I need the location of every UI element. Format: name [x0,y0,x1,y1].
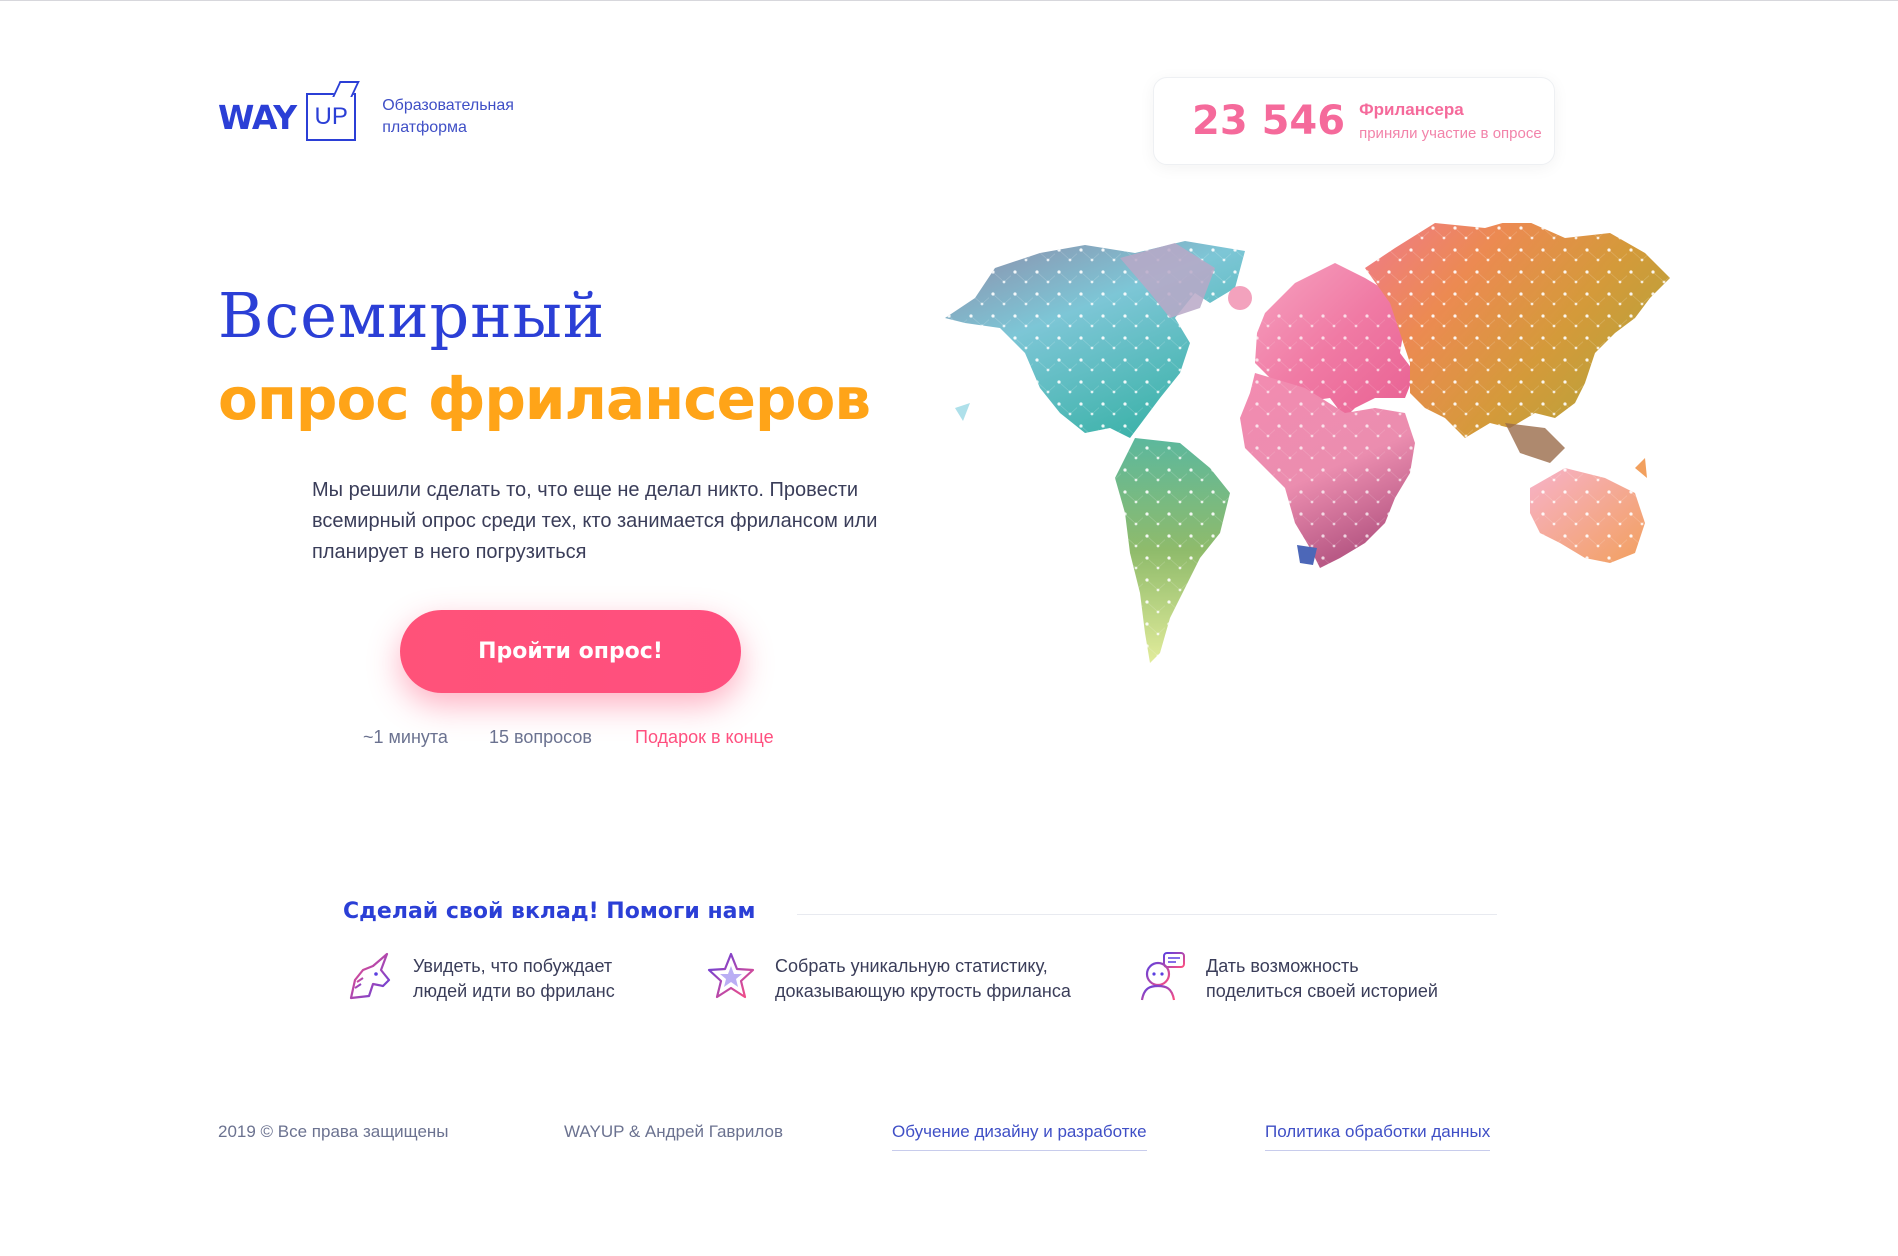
logo-subtitle-line2: платформа [382,119,467,136]
feature-text-line1: Увидеть, что побуждает [413,956,613,976]
counter-subtitle: приняли участие в опросе [1359,125,1542,142]
feature-item: Дать возможность поделиться своей истори… [1136,950,1438,1004]
meta-duration: ~1 минута [363,727,448,747]
feature-text-line1: Дать возможность [1206,956,1359,976]
logo-subtitle: Образовательная платформа [382,95,514,139]
feature-text: Увидеть, что побуждает людей идти во фри… [413,954,615,1004]
footer-authors: WAYUP & Андрей Гаврилов [564,1122,783,1141]
counter-value: 23 546 [1192,98,1346,144]
feature-text-line1: Собрать уникальную статистику, [775,956,1048,976]
logo-subtitle-line1: Образовательная [382,97,514,114]
footer-privacy-link[interactable]: Политика обработки данных [1265,1122,1491,1151]
feature-text: Дать возможность поделиться своей истори… [1206,954,1438,1004]
feature-text-line2: людей идти во фриланс [413,981,615,1001]
south-america-shape [1115,438,1230,663]
logo[interactable]: WAY UP Образовательная платформа [218,81,514,141]
meta-question-count: 15 вопросов [489,727,592,747]
person-chat-icon [1140,952,1185,1001]
world-map-illustration [945,223,1670,663]
unicorn-icon [349,952,391,1000]
participants-counter: 23 546 Фрилансера приняли участие в опро… [1153,77,1555,165]
meta-gift: Подарок в конце [635,727,774,747]
hero-description: Мы решили сделать то, что еще не делал н… [312,479,878,563]
logo-way-text: WAY [218,97,297,137]
counter-title: Фрилансера [1359,100,1464,119]
contribute-divider [797,914,1497,915]
footer-learning-link[interactable]: Обучение дизайну и разработке [892,1122,1147,1151]
australia-shape [1530,458,1647,563]
europe-africa-shape [1228,263,1415,568]
logo-up-text: UP [314,103,348,130]
feature-text: Собрать уникальную статистику, доказываю… [775,954,1071,1004]
logo-speech-tail [332,81,360,97]
feature-item: Собрать уникальную статистику, доказываю… [705,950,1071,1004]
start-survey-button[interactable]: Пройти опрос! [400,610,741,693]
hero-title-line2: опрос фрилансеров [218,365,871,433]
hero-title-line1: Всемирный [218,279,606,352]
star-icon [707,952,755,999]
feature-text-line2: доказывающую крутость фриланса [775,981,1071,1001]
logo-up-box: UP [306,81,360,141]
counter-text: Фрилансера приняли участие в опросе [1359,100,1542,142]
feature-text-line2: поделиться своей историей [1206,981,1438,1001]
contribute-title: Сделай свой вклад! Помоги нам [343,899,756,924]
feature-item: Увидеть, что побуждает людей идти во фри… [343,950,615,1004]
footer-copyright: 2019 © Все права защищены [218,1122,449,1141]
